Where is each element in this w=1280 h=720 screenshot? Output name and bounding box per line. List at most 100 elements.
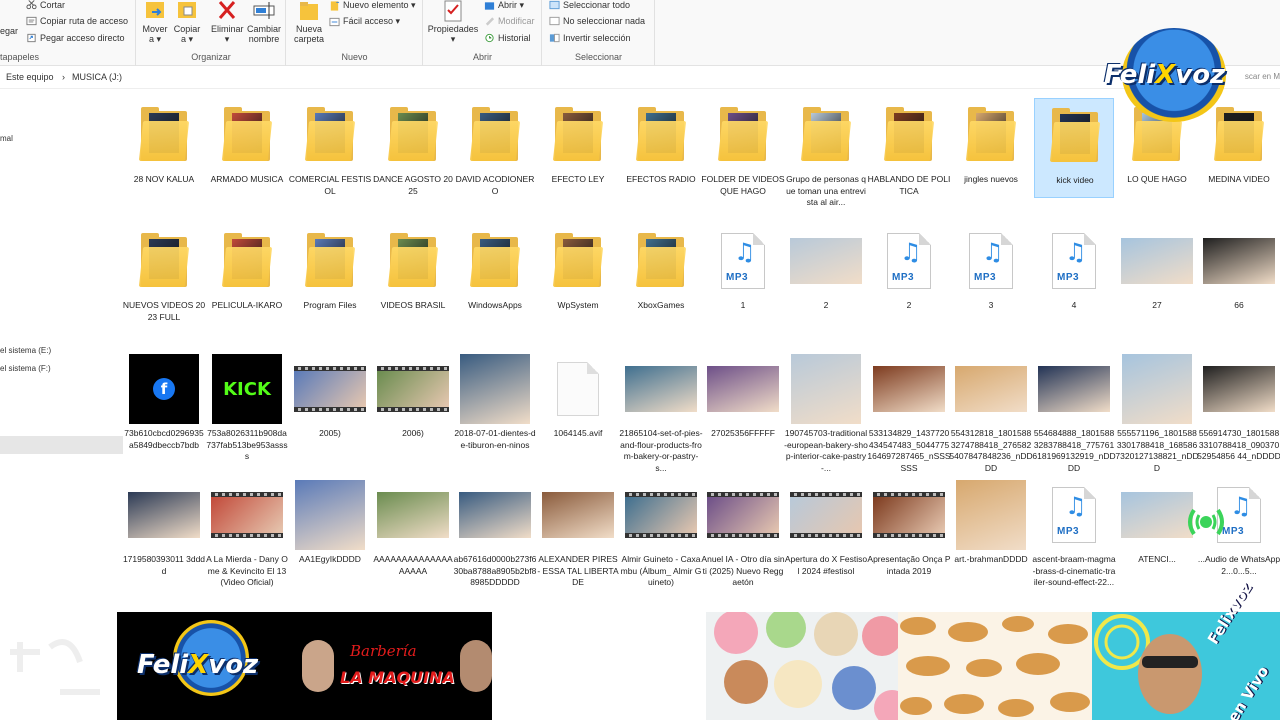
file-item[interactable]: KICK 753a8026311b908da737fab513be953assss <box>206 352 288 461</box>
folder-icon <box>138 107 190 163</box>
file-item[interactable]: Apertura do X Festisol 2024 #festisol <box>785 478 867 578</box>
video-thumbnail-icon <box>294 366 366 412</box>
nav-item-partial[interactable]: mal <box>0 134 13 143</box>
new-group-label: Nuevo <box>341 52 368 62</box>
file-item[interactable]: Anuel IA - Otro día sin ti (2025) Nuevo … <box>701 478 785 587</box>
folder-item[interactable]: DAVID ACODIONERO <box>455 98 535 198</box>
file-item[interactable]: 2005) <box>290 352 370 452</box>
file-item[interactable]: ♫ MP3 3 <box>951 224 1031 324</box>
folder-item[interactable]: EFECTOS RADIO <box>621 98 701 198</box>
folder-item[interactable]: COMERCIAL FESTISOL <box>288 98 372 198</box>
select-all-button[interactable]: Seleccionar todo <box>549 0 630 10</box>
paste-shortcut-button[interactable]: Pegar acceso directo <box>26 33 125 43</box>
rename-button[interactable]: Cambiar nombre <box>245 0 283 44</box>
address-bar[interactable]: Este equipo › MUSICA (J:) scar en M <box>0 67 1280 89</box>
history-icon <box>485 33 494 43</box>
item-label: FOLDER DE VIDEOS QUE HAGO <box>701 174 785 196</box>
delete-button[interactable]: Eliminar ▾ <box>211 0 244 44</box>
open-button[interactable]: Abrir ▾ <box>484 0 524 11</box>
folder-item[interactable]: jingles nuevos <box>951 98 1031 198</box>
file-item[interactable]: 190745703-traditional-european-bakery-sh… <box>784 352 868 473</box>
breadcrumb-drive[interactable]: MUSICA (J:) <box>72 72 122 82</box>
search-box[interactable]: scar en M <box>1245 72 1280 81</box>
item-label: WindowsApps <box>468 300 522 310</box>
item-label: Almir Guineto - Caxambu (Álbum_ Almir Gu… <box>620 554 702 587</box>
folder-item[interactable]: 28 NOV KALUA <box>124 98 204 198</box>
folder-item[interactable]: FOLDER DE VIDEOS QUE HAGO <box>701 98 785 198</box>
file-item[interactable]: 2018-07-01-dientes-de-tiburon-en-ninos <box>454 352 536 452</box>
file-item[interactable]: ♫ MP3 ascent-braam-magma-brass-d-cinematic… <box>1032 478 1116 587</box>
folder-item[interactable]: NUEVOS VIDEOS 2023 FULL <box>123 224 205 324</box>
properties-button[interactable]: Propiedades ▾ <box>426 0 480 44</box>
file-item[interactable]: 554684888_18015883283788418_775761618196… <box>1032 352 1116 473</box>
logo-text-felix: Feli <box>1104 60 1156 90</box>
folder-item[interactable]: Program Files <box>290 224 370 324</box>
invert-selection-button[interactable]: Invertir selección <box>549 33 631 43</box>
file-item[interactable]: 27 <box>1117 224 1197 324</box>
file-item[interactable]: 66 <box>1199 224 1279 324</box>
folder-item[interactable]: WpSystem <box>538 224 618 324</box>
file-item[interactable]: 27025356FFFFF <box>703 352 783 452</box>
file-item[interactable]: ALEXANDER PIRES - ESSA TAL LIBERTADE <box>537 478 619 587</box>
file-item[interactable]: ATENCI... <box>1117 478 1197 578</box>
copy-path-button[interactable]: Copiar ruta de acceso <box>26 16 128 26</box>
folder-item[interactable]: Grupo de personas que toman una entrevis… <box>786 98 866 207</box>
folder-item[interactable]: DANCE AGOSTO 2025 <box>373 98 453 198</box>
file-item[interactable]: ♫ MP3 4 <box>1034 224 1114 324</box>
nav-item-drive-f[interactable]: el sistema (F:) <box>0 364 51 373</box>
copy-path-icon <box>26 16 37 26</box>
file-item[interactable]: 1719580393011 3dddd <box>123 478 205 578</box>
folder-item[interactable]: HABLANDO DE POLITICA <box>868 98 950 198</box>
item-thumbnail <box>951 352 1031 426</box>
file-item[interactable]: 2006) <box>373 352 453 452</box>
cut-button[interactable]: Cortar <box>26 0 65 10</box>
folder-item[interactable]: ARMADO MUSICA <box>207 98 287 198</box>
file-item[interactable]: 556914730_18015883310788418_090370529548… <box>1197 352 1280 461</box>
breadcrumb-separator: › <box>62 72 65 82</box>
felixvoz-logo-bottom: FeliXvoz <box>117 612 300 720</box>
delete-label: Eliminar <box>211 24 244 34</box>
file-item[interactable]: 2 <box>786 224 866 324</box>
move-to-button[interactable]: Mover a ▾ <box>141 0 169 44</box>
file-item[interactable]: ♫ MP3 2 <box>869 224 949 324</box>
file-item[interactable]: 533134829_1437720434547483_5044775164697… <box>867 352 951 473</box>
edit-button[interactable]: Modificar <box>484 16 535 26</box>
nav-item-selected[interactable] <box>0 436 123 454</box>
file-item[interactable]: AAAAAAAAAAAAAAAAAAA <box>373 478 453 578</box>
item-thumbnail <box>869 478 949 552</box>
file-item[interactable]: AA1EgyIkDDDD <box>290 478 370 578</box>
file-item[interactable]: 1064145.avif <box>538 352 618 452</box>
breadcrumb-this-pc[interactable]: Este equipo <box>6 72 54 82</box>
file-item[interactable]: 554312818_18015883274788418_276582540784… <box>949 352 1033 473</box>
video-thumbnail-icon <box>625 492 697 538</box>
copy-to-button[interactable]: Copiar a ▾ <box>173 0 201 44</box>
new-folder-button[interactable]: Nueva carpeta <box>291 0 327 44</box>
folder-item[interactable]: WindowsApps <box>455 224 535 324</box>
file-item[interactable]: ♫ MP3 1 <box>703 224 783 324</box>
file-item[interactable]: ab67616d0000b273f630ba8788a8905b2bf88985… <box>454 478 536 587</box>
select-none-button[interactable]: No seleccionar nada <box>549 16 645 26</box>
new-item-button[interactable]: Nuevo elemento ▾ <box>329 0 416 11</box>
whatsapp-audio-icon <box>1188 508 1224 536</box>
file-item[interactable]: A La Mierda - Dany Ome & Kevincito El 13… <box>206 478 288 587</box>
file-item[interactable]: art.-brahmanDDDD <box>951 478 1031 578</box>
file-item[interactable]: f 73b610cbcd0296935a5849dbeccb7bdb <box>124 352 204 452</box>
folder-item[interactable]: EFECTO LEY <box>538 98 618 198</box>
file-item[interactable]: Almir Guineto - Caxambu (Álbum_ Almir Gu… <box>621 478 701 587</box>
history-button[interactable]: Historial <box>484 33 531 43</box>
paste-button-partial[interactable]: egar <box>0 26 18 36</box>
folder-icon <box>635 233 687 289</box>
item-label: ab67616d0000b273f630ba8788a8905b2bf88985… <box>453 554 537 587</box>
file-item[interactable]: Apresentação Onça Pintada 2019 <box>867 478 951 578</box>
item-label: COMERCIAL FESTISOL <box>288 174 372 196</box>
nav-item-drive-e[interactable]: el sistema (E:) <box>0 346 51 355</box>
folder-item[interactable]: XboxGames <box>621 224 701 324</box>
folder-item[interactable]: VIDEOS BRASIL <box>373 224 453 324</box>
file-item[interactable]: 555571196_18015883301788418_168586732012… <box>1115 352 1199 473</box>
easy-access-button[interactable]: Fácil acceso ▾ <box>329 16 400 27</box>
move-to-arrow: a ▾ <box>148 34 162 44</box>
barberia-la-maquina-logo: Barbería LA MAQUINA <box>300 612 492 720</box>
folder-item[interactable]: PELICULA-IKARO <box>207 224 287 324</box>
file-item[interactable]: 21865104-set-of-pies-and-flour-products-… <box>619 352 703 473</box>
item-thumbnail <box>869 98 949 172</box>
